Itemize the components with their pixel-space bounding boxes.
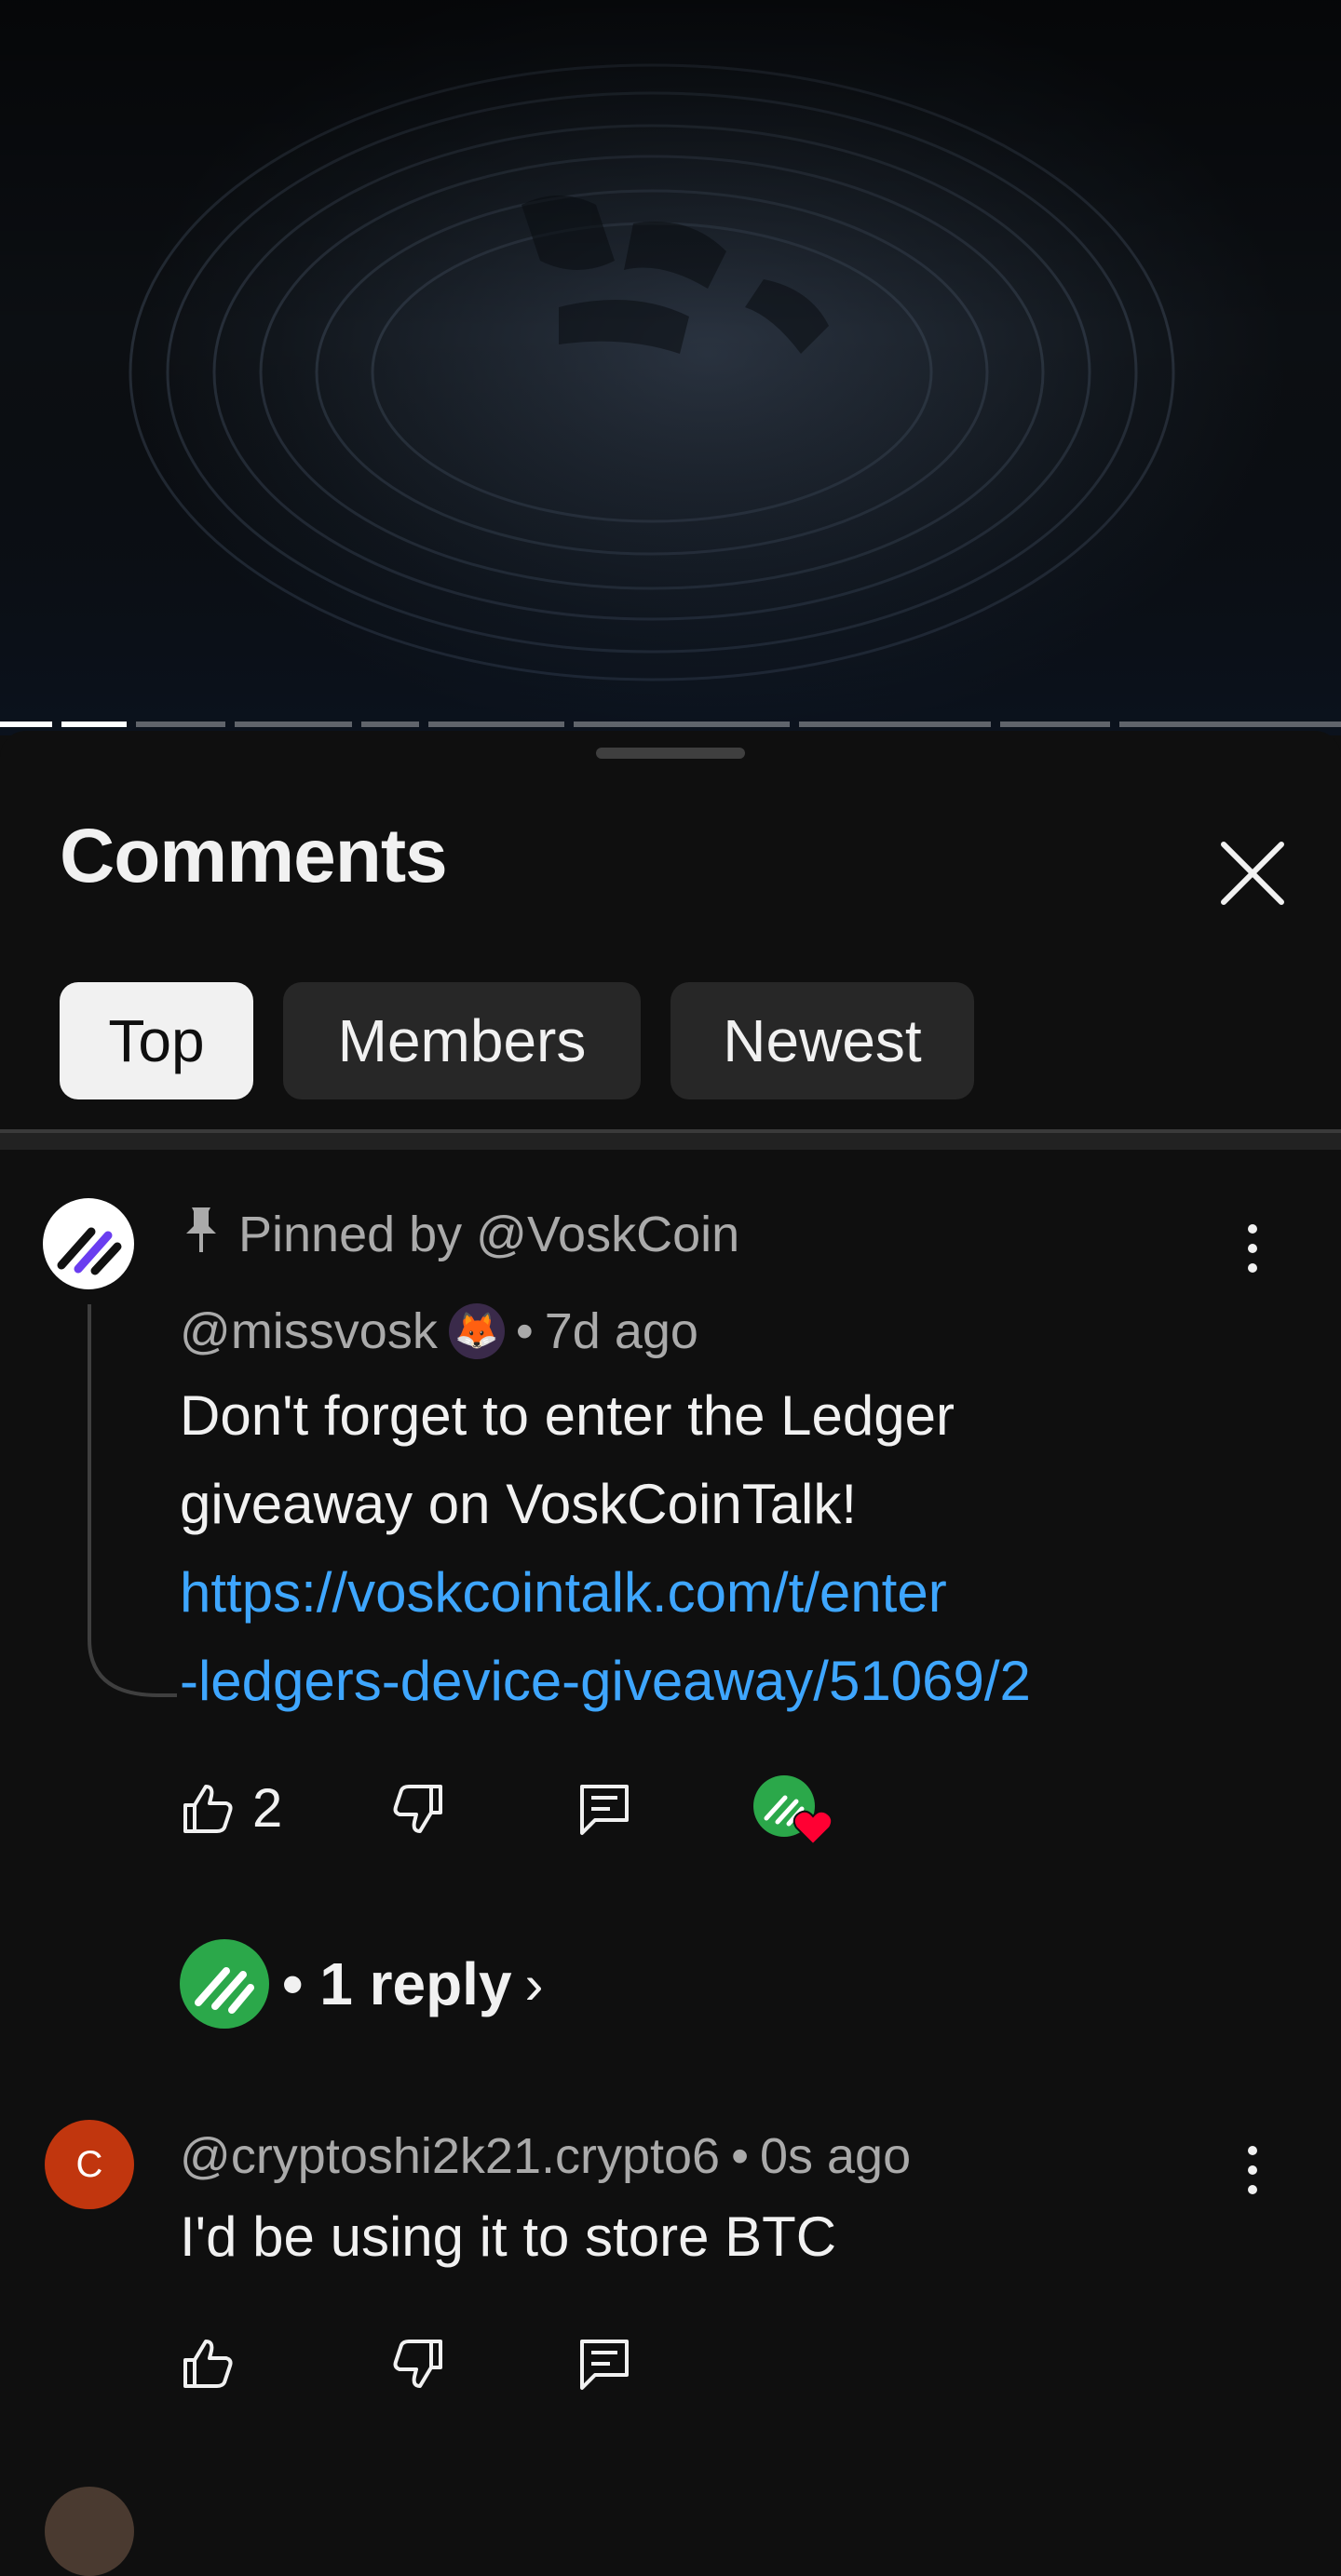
filter-chip-newest[interactable]: Newest: [670, 982, 974, 1099]
avatar[interactable]: C: [45, 2120, 134, 2209]
comments-title: Comments: [60, 814, 448, 898]
video-player[interactable]: [0, 0, 1341, 735]
voskcoin-logo-icon: [57, 1227, 122, 1275]
more-vert-icon[interactable]: [1224, 2133, 1280, 2207]
chevron-right-icon: ›: [524, 1952, 544, 2016]
comment-header: @cryptoshi2k21.crypto6 • 0s ago: [180, 2127, 911, 2185]
section-divider: [0, 1129, 1341, 1150]
comment-actions: 2: [180, 1775, 1111, 1846]
comment-time: 7d ago: [544, 1303, 698, 1359]
dislike-icon[interactable]: [390, 1781, 446, 1837]
view-replies-button[interactable]: • 1 reply ›: [180, 1939, 544, 2029]
comment-author[interactable]: @cryptoshi2k21.crypto6: [180, 2127, 720, 2185]
pin-icon: [186, 1207, 216, 1252]
progress-segment: [1119, 722, 1341, 727]
comment-text-line: Don't forget to enter the Ledger: [180, 1384, 955, 1447]
more-vert-icon[interactable]: [1224, 1211, 1280, 1286]
comments-sheet: Comments Top Members Newest Pinned by @V…: [0, 731, 1341, 2576]
close-icon[interactable]: [1211, 831, 1294, 915]
reply-thread-line: [88, 1304, 177, 1697]
like-count: 2: [252, 1778, 283, 1839]
comment-time: 0s ago: [759, 2128, 912, 2184]
progress-segment: [799, 722, 991, 727]
comment-header: @missvosk 🦊 • 7d ago: [180, 1302, 698, 1360]
comment-actions: [180, 2330, 738, 2397]
meta-separator: •: [731, 2128, 749, 2184]
progress-segment: [574, 722, 790, 727]
avatar[interactable]: [45, 2487, 134, 2576]
progress-segment: [428, 722, 564, 727]
reply-icon[interactable]: [576, 2336, 632, 2394]
comment-author[interactable]: @missvosk: [180, 1302, 438, 1360]
comment-link-line[interactable]: -ledgers-device-giveaway/51069/2: [180, 1637, 1260, 1725]
progress-segment: [0, 722, 52, 727]
comment-text: Don't forget to enter the Ledger giveawa…: [180, 1371, 1260, 1725]
filter-chip-members[interactable]: Members: [283, 982, 641, 1099]
member-badge-icon: 🦊: [448, 1303, 505, 1359]
comment-text-line: giveaway on VoskCoinTalk!: [180, 1473, 858, 1535]
drag-handle[interactable]: [596, 748, 745, 759]
like-icon[interactable]: [180, 1781, 236, 1837]
progress-segment: [235, 722, 352, 727]
avatar: [180, 1939, 269, 2029]
progress-segment: [361, 722, 419, 727]
comment-link-line[interactable]: https://voskcointalk.com/t/enter: [180, 1548, 1260, 1637]
avatar[interactable]: [43, 1198, 134, 1289]
creator-heart-icon: [792, 1810, 833, 1846]
comment-text: I'd be using it to store BTC: [180, 2205, 837, 2268]
chapter-progress-bar[interactable]: [0, 722, 1341, 727]
like-icon[interactable]: [180, 2336, 236, 2392]
replies-count-label: • 1 reply: [282, 1950, 512, 2017]
meta-separator: •: [515, 1303, 534, 1359]
progress-segment: [1000, 722, 1110, 727]
voskcoin-logo-icon: [195, 1967, 254, 2014]
progress-segment: [136, 722, 225, 727]
filter-chip-top[interactable]: Top: [60, 982, 253, 1099]
progress-segment: [61, 722, 127, 727]
pinned-label: Pinned by @VoskCoin: [238, 1207, 740, 1262]
dislike-icon[interactable]: [390, 2336, 446, 2392]
coin-background-art: [0, 0, 1341, 735]
reply-icon[interactable]: [576, 1781, 632, 1839]
